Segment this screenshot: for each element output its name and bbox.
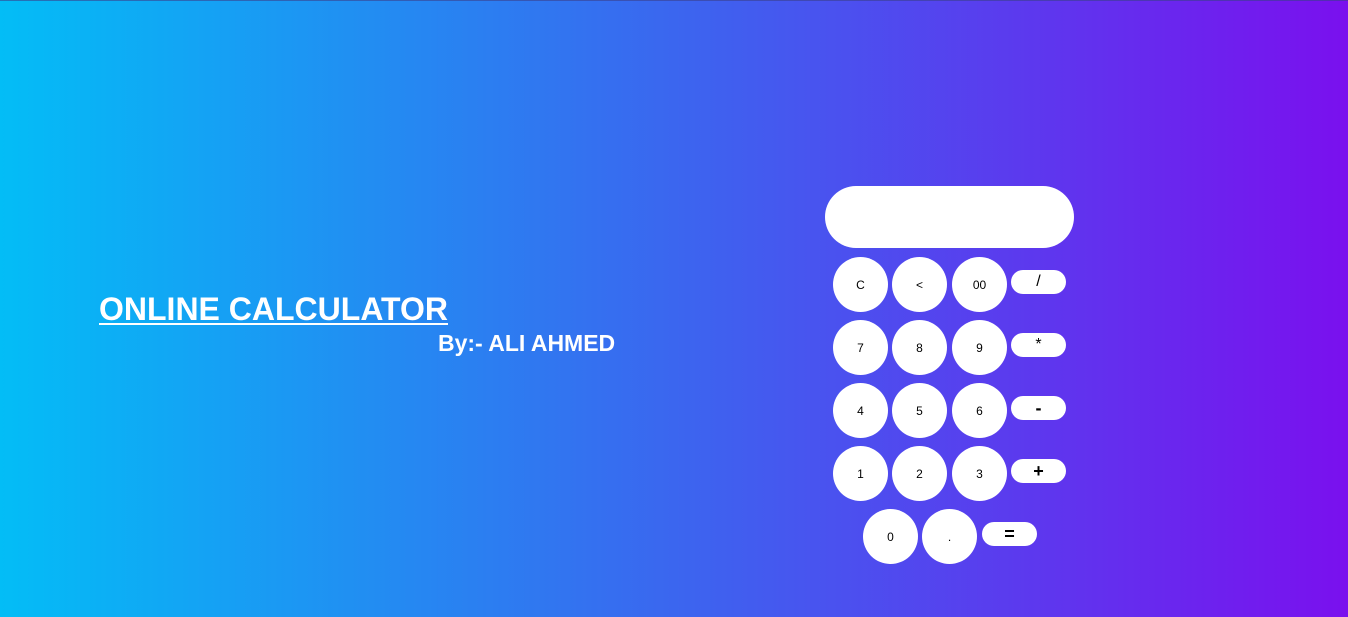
decimal-button[interactable]: . <box>922 509 977 564</box>
digit-5-button[interactable]: 5 <box>892 383 947 438</box>
divide-button[interactable]: / <box>1011 270 1066 294</box>
digit-4-button[interactable]: 4 <box>833 383 888 438</box>
calculator-display[interactable] <box>825 186 1074 248</box>
clear-button[interactable]: C <box>833 257 888 312</box>
add-button[interactable]: + <box>1011 459 1066 483</box>
digit-8-button[interactable]: 8 <box>892 320 947 375</box>
equals-button[interactable]: = <box>982 522 1037 546</box>
page-title: ONLINE CALCULATOR <box>99 291 449 327</box>
digit-7-button[interactable]: 7 <box>833 320 888 375</box>
digit-0-button[interactable]: 0 <box>863 509 918 564</box>
author-byline: By:- ALI AHMED <box>438 330 616 356</box>
digit-2-button[interactable]: 2 <box>892 446 947 501</box>
digit-9-button[interactable]: 9 <box>952 320 1007 375</box>
multiply-button[interactable]: * <box>1011 333 1066 357</box>
top-border <box>0 0 1348 1</box>
digit-3-button[interactable]: 3 <box>952 446 1007 501</box>
double-zero-button[interactable]: 00 <box>952 257 1007 312</box>
digit-1-button[interactable]: 1 <box>833 446 888 501</box>
backspace-button[interactable]: < <box>892 257 947 312</box>
digit-6-button[interactable]: 6 <box>952 383 1007 438</box>
subtract-button[interactable]: - <box>1011 396 1066 420</box>
